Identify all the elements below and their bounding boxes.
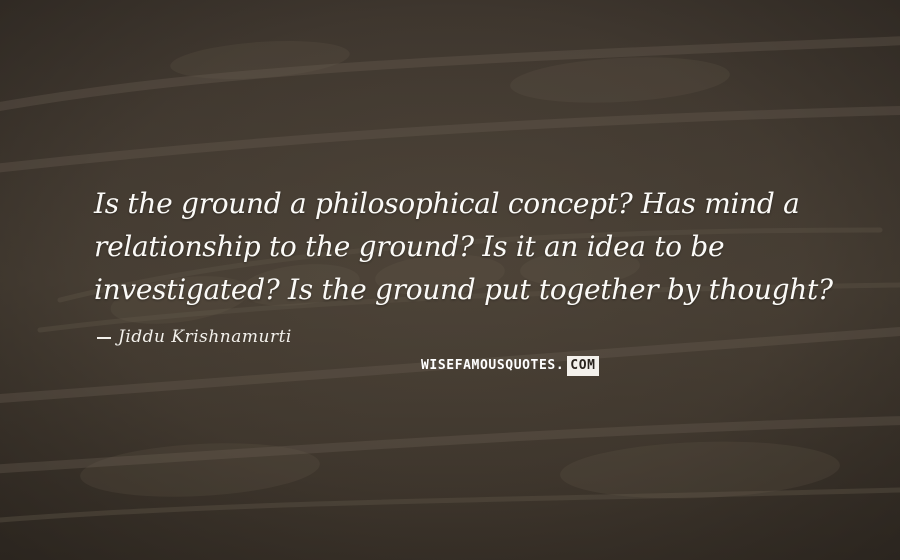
watermark-name: WISEFAMOUSQUOTES. (421, 358, 565, 373)
watermark-suffix: COM (567, 356, 599, 376)
quote-author: Jiddu Krishnamurti (118, 327, 292, 347)
author-dash (97, 337, 111, 339)
site-watermark: WISEFAMOUSQUOTES. COM (420, 356, 599, 376)
quote-text: Is the ground a philosophical concept? H… (94, 187, 833, 306)
